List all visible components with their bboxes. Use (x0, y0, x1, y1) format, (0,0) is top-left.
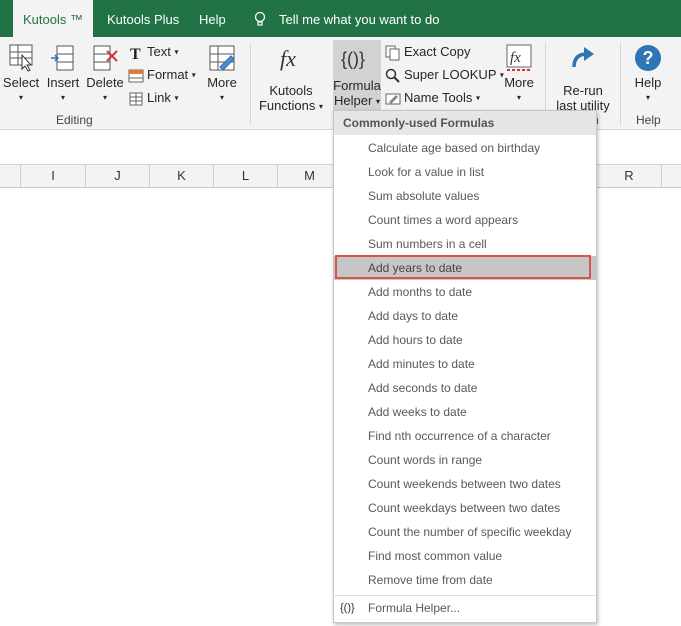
column-header[interactable]: R (597, 165, 662, 187)
menu-item[interactable]: Find nth occurrence of a character (334, 424, 596, 448)
delete-button[interactable]: Delete ▾ (86, 43, 124, 105)
format-button[interactable]: Format ▾ (128, 65, 196, 85)
menu-item[interactable]: Add seconds to date (334, 376, 596, 400)
ribbon-tab-bar: Kutools ™ Kutools Plus Help Tell me what… (0, 0, 681, 37)
formula-helper-button[interactable]: {()} Formula Helper ▾ (333, 40, 381, 110)
menu-item[interactable]: Count times a word appears (334, 208, 596, 232)
formula-helper-icon: {()} (340, 602, 355, 614)
svg-text:?: ? (643, 48, 654, 68)
column-header[interactable]: I (21, 165, 86, 187)
formula-helper-dialog-item[interactable]: {()} Formula Helper... (334, 595, 596, 620)
menu-item-label: Formula Helper... (368, 601, 461, 615)
delete-icon (93, 45, 118, 71)
menu-item[interactable]: Add weeks to date (334, 400, 596, 424)
insert-icon (51, 45, 74, 71)
column-header[interactable]: K (150, 165, 214, 187)
svg-text:fx: fx (510, 50, 521, 66)
menu-item[interactable]: Add days to date (334, 304, 596, 328)
help-button[interactable]: ? Help ▾ (628, 43, 668, 105)
name-tools-button[interactable]: Name Tools ▾ (385, 88, 480, 108)
group-divider (620, 43, 621, 125)
tell-me-search[interactable]: Tell me what you want to do (279, 0, 439, 37)
tab-help[interactable]: Help (199, 0, 226, 37)
menu-item[interactable]: Find most common value (334, 544, 596, 568)
select-icon (9, 44, 33, 72)
svg-text:T: T (130, 46, 141, 61)
help-icon: ? (635, 45, 661, 71)
editing-group-label: Editing (56, 113, 93, 127)
menu-item[interactable]: Sum absolute values (334, 184, 596, 208)
help-group-label: Help (636, 113, 661, 127)
menu-item[interactable]: Remove time from date (334, 568, 596, 592)
menu-item[interactable]: Add hours to date (334, 328, 596, 352)
menu-item[interactable]: Calculate age based on birthday (334, 136, 596, 160)
fx-icon: fx (280, 46, 296, 71)
menu-item[interactable]: Look for a value in list (334, 160, 596, 184)
menu-item[interactable]: Add months to date (334, 280, 596, 304)
svg-text:{()}: {()} (341, 49, 365, 69)
more-icon (209, 45, 235, 71)
menu-item[interactable]: Add minutes to date (334, 352, 596, 376)
lightbulb-icon (254, 11, 266, 26)
chevron-down-icon: ▾ (516, 93, 521, 102)
chevron-down-icon: ▾ (60, 93, 65, 102)
fx-box-icon: fx (506, 44, 532, 71)
menu-item[interactable]: Count words in range (334, 448, 596, 472)
formula-helper-icon: {()} (341, 49, 365, 69)
link-button[interactable]: Link ▾ (128, 88, 179, 108)
menu-item[interactable]: Sum numbers in a cell (334, 232, 596, 256)
column-header[interactable]: J (86, 165, 150, 187)
group-divider (250, 43, 251, 125)
super-lookup-button[interactable]: Super LOOKUP ▾ (385, 65, 504, 85)
format-icon (128, 69, 144, 83)
select-button[interactable]: Select ▾ (2, 43, 40, 105)
column-header[interactable]: L (214, 165, 278, 187)
chevron-down-icon: ▾ (102, 93, 107, 102)
menu-section-header: Commonly-used Formulas (334, 111, 596, 135)
tab-kutools[interactable]: Kutools ™ (13, 0, 93, 37)
insert-button[interactable]: Insert ▾ (44, 43, 82, 105)
chevron-down-icon: ▾ (219, 93, 224, 102)
link-icon (129, 92, 143, 106)
more-editing-button[interactable]: More ▾ (203, 43, 241, 105)
menu-item[interactable]: Count the number of specific weekday (334, 520, 596, 544)
name-tools-icon (385, 93, 401, 105)
text-icon: T (130, 46, 141, 63)
chevron-down-icon: ▾ (18, 93, 23, 102)
kutools-functions-button[interactable]: fx Kutools Functions ▾ (258, 43, 324, 114)
menu-item[interactable]: Count weekends between two dates (334, 472, 596, 496)
tab-kutools-plus[interactable]: Kutools Plus (107, 0, 179, 37)
chevron-down-icon: ▾ (645, 93, 650, 102)
svg-text:fx: fx (280, 46, 296, 71)
column-header[interactable] (0, 165, 21, 187)
exact-copy-button[interactable]: Exact Copy (385, 42, 470, 62)
rerun-arrow-icon (572, 47, 594, 68)
highlight-annotation (335, 255, 591, 279)
copy-icon (385, 45, 400, 61)
lookup-icon (385, 68, 400, 83)
text-button[interactable]: T Text ▾ (128, 42, 178, 63)
more-formula-button[interactable]: fx More ▾ (500, 43, 538, 105)
rerun-last-utility-button[interactable]: Re-run last utility (552, 43, 614, 113)
formula-helper-menu: Commonly-used Formulas Calculate age bas… (333, 110, 597, 623)
menu-item[interactable]: Count weekdays between two dates (334, 496, 596, 520)
